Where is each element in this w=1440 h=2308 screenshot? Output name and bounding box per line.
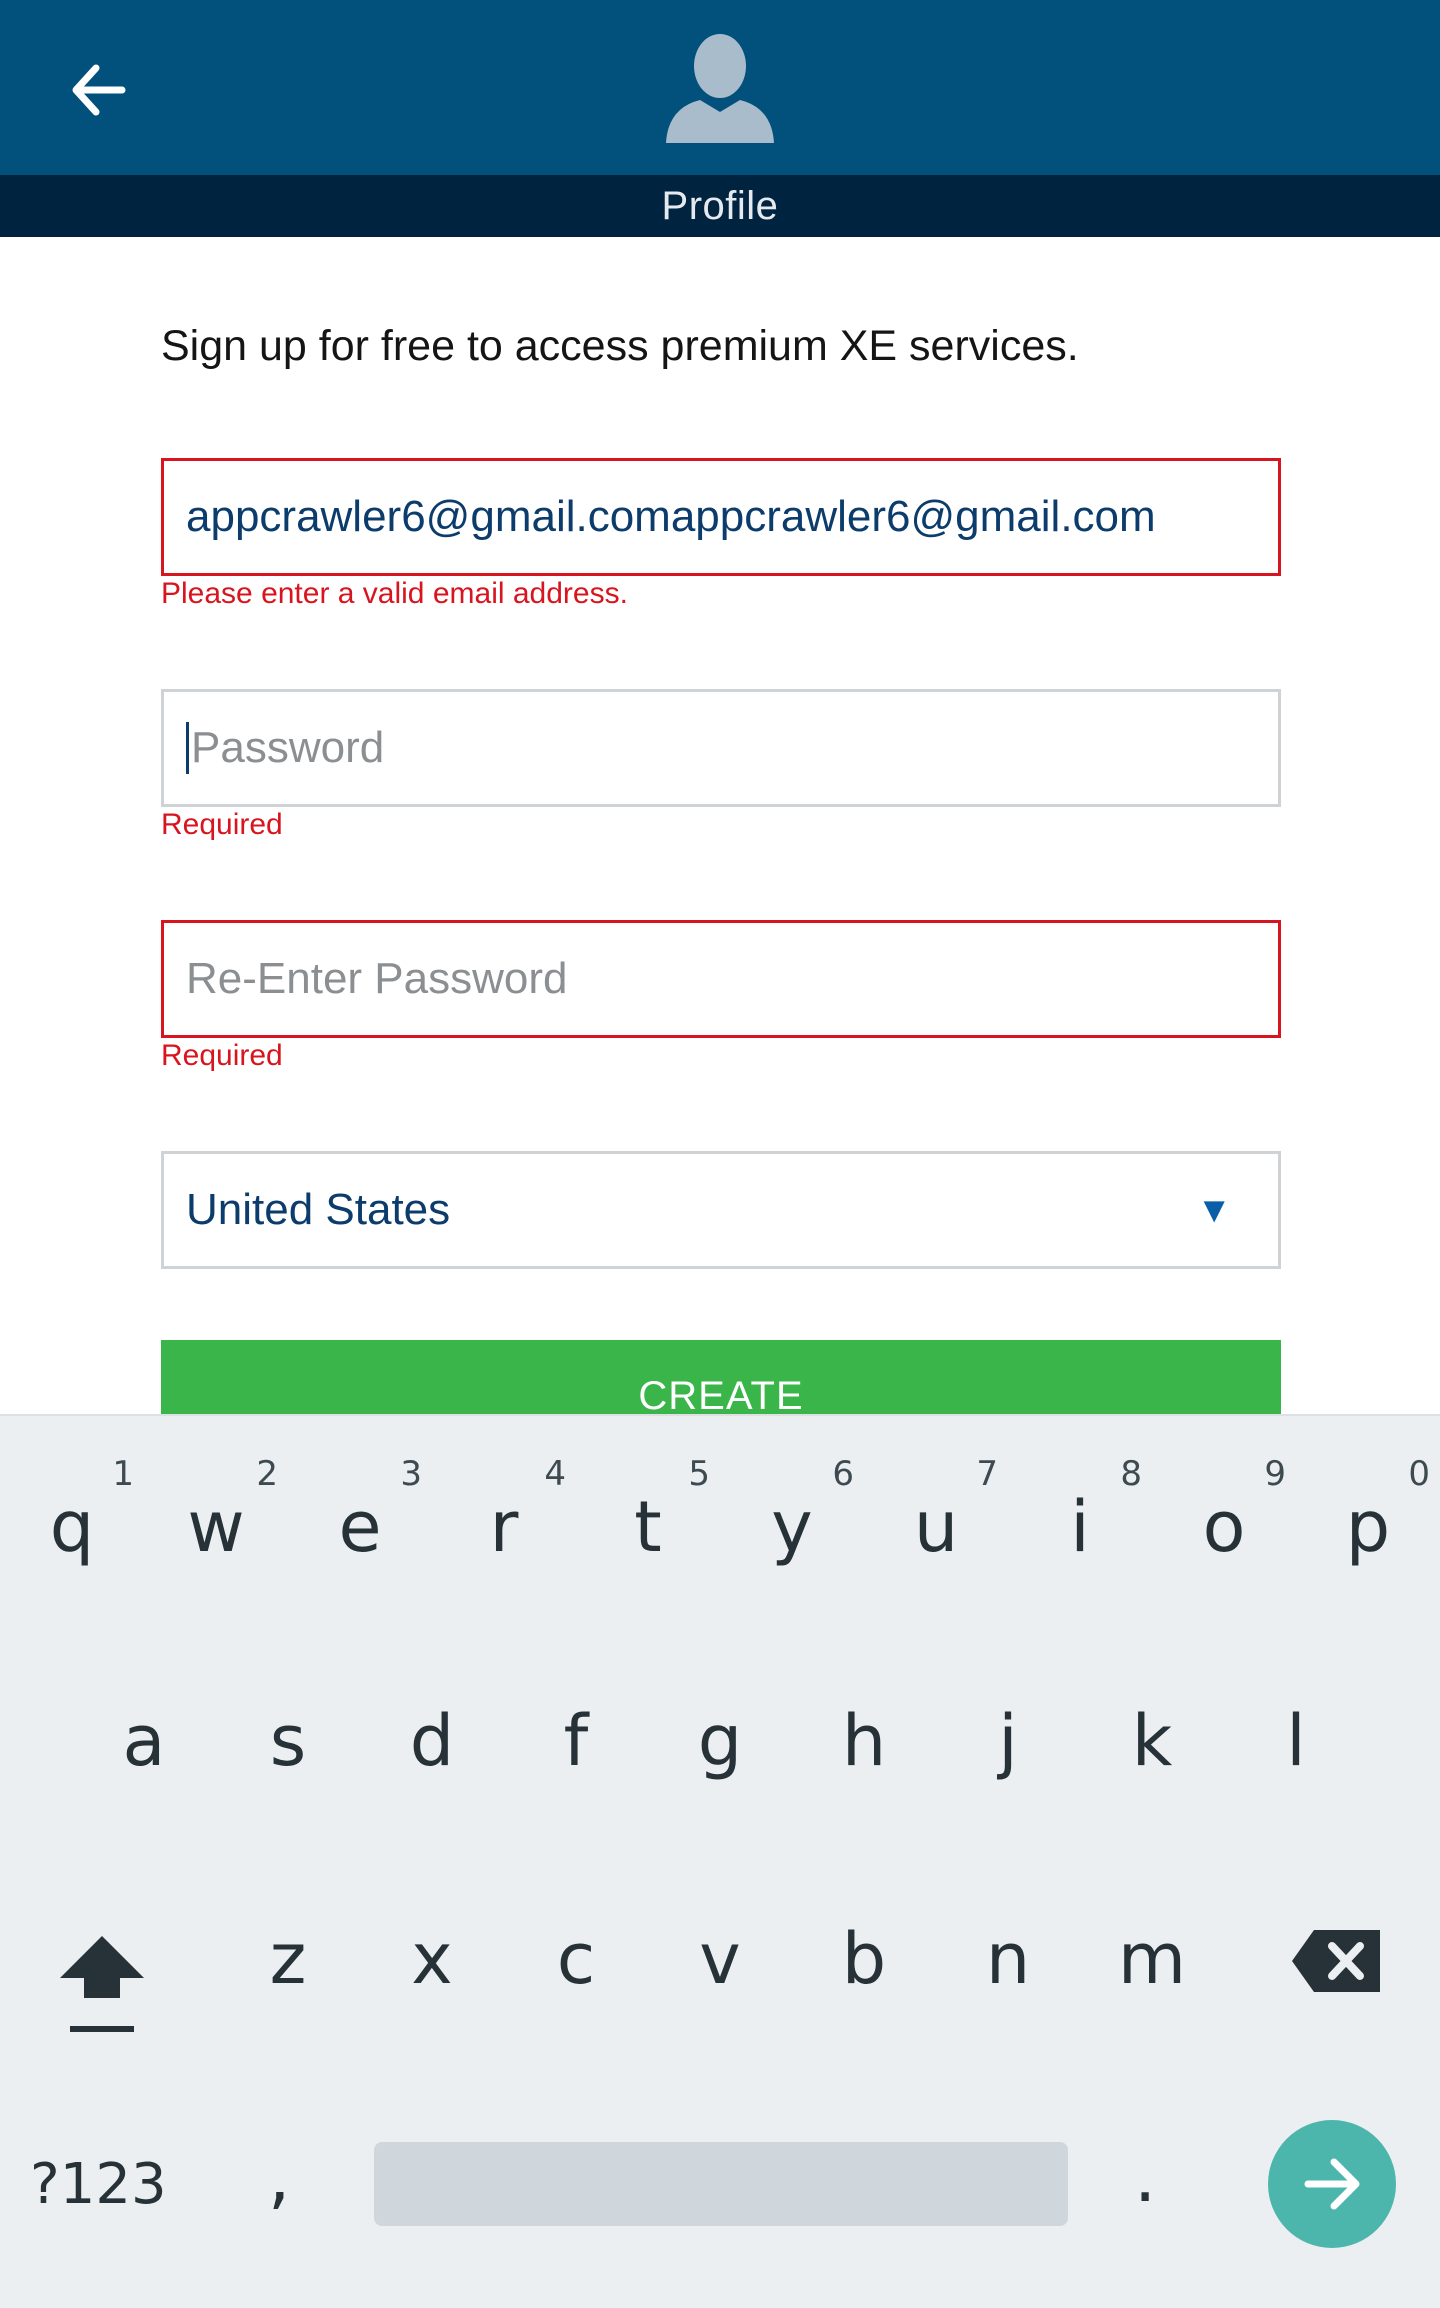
key-x[interactable]: x bbox=[360, 1894, 504, 2024]
soft-keyboard: q1 w2 e3 r4 t5 y6 u7 i8 o9 p0 a s d f g … bbox=[0, 1414, 1440, 2308]
arrow-left-icon bbox=[72, 64, 126, 116]
key-v[interactable]: v bbox=[648, 1894, 792, 2024]
user-silhouette-icon bbox=[666, 34, 774, 143]
email-error: Please enter a valid email address. bbox=[161, 577, 628, 610]
delete-key[interactable] bbox=[1290, 1926, 1386, 1996]
key-o[interactable]: o9 bbox=[1152, 1454, 1296, 1592]
key-l[interactable]: l bbox=[1224, 1676, 1368, 1806]
key-i[interactable]: i8 bbox=[1008, 1454, 1152, 1592]
password-field[interactable]: Password bbox=[161, 689, 1281, 807]
key-c[interactable]: c bbox=[504, 1894, 648, 2024]
key-k[interactable]: k bbox=[1080, 1676, 1224, 1806]
key-z[interactable]: z bbox=[216, 1894, 360, 2024]
key-q[interactable]: q1 bbox=[0, 1454, 144, 1592]
email-value: appcrawler6@gmail.comappcrawler6@gmail.c… bbox=[186, 492, 1156, 541]
key-s[interactable]: s bbox=[216, 1676, 360, 1806]
key-d[interactable]: d bbox=[360, 1676, 504, 1806]
key-f[interactable]: f bbox=[504, 1676, 648, 1806]
reenter-password-placeholder: Re-Enter Password bbox=[186, 954, 568, 1003]
key-p[interactable]: p0 bbox=[1296, 1454, 1440, 1592]
country-value: United States bbox=[186, 1185, 451, 1234]
back-button[interactable] bbox=[58, 50, 138, 130]
key-j[interactable]: j bbox=[936, 1676, 1080, 1806]
spacebar[interactable] bbox=[374, 2142, 1068, 2226]
reenter-password-error: Required bbox=[161, 1039, 283, 1072]
password-placeholder: Password bbox=[191, 723, 385, 772]
key-t[interactable]: t5 bbox=[576, 1454, 720, 1592]
text-caret bbox=[186, 722, 189, 774]
key-n[interactable]: n bbox=[936, 1894, 1080, 2024]
signup-intro-text: Sign up for free to access premium XE se… bbox=[161, 322, 1079, 370]
password-error: Required bbox=[161, 808, 283, 841]
period-key[interactable]: . bbox=[1134, 2136, 1156, 2218]
key-w[interactable]: w2 bbox=[144, 1454, 288, 1592]
app-header bbox=[0, 0, 1440, 175]
backspace-icon bbox=[1292, 1930, 1380, 1992]
comma-key[interactable]: , bbox=[268, 2136, 290, 2218]
key-r[interactable]: r4 bbox=[432, 1454, 576, 1592]
email-field[interactable]: appcrawler6@gmail.comappcrawler6@gmail.c… bbox=[161, 458, 1281, 576]
dropdown-arrow-icon: ▼ bbox=[1196, 1189, 1232, 1230]
key-u[interactable]: u7 bbox=[864, 1454, 1008, 1592]
key-e[interactable]: e3 bbox=[288, 1454, 432, 1592]
shift-key[interactable] bbox=[54, 1916, 150, 2036]
country-select[interactable]: United States ▼ bbox=[161, 1151, 1281, 1269]
reenter-password-field[interactable]: Re-Enter Password bbox=[161, 920, 1281, 1038]
symbols-key[interactable]: ?123 bbox=[30, 2152, 167, 2217]
key-g[interactable]: g bbox=[648, 1676, 792, 1806]
key-m[interactable]: m bbox=[1080, 1894, 1224, 2024]
title-bar: Profile bbox=[0, 175, 1440, 237]
page-title: Profile bbox=[661, 183, 779, 228]
arrow-right-icon bbox=[1304, 2158, 1360, 2210]
key-b[interactable]: b bbox=[792, 1894, 936, 2024]
key-h[interactable]: h bbox=[792, 1676, 936, 1806]
create-button[interactable]: CREATE bbox=[161, 1340, 1281, 1414]
key-y[interactable]: y6 bbox=[720, 1454, 864, 1592]
shift-arrow-icon bbox=[60, 1936, 144, 2032]
key-a[interactable]: a bbox=[72, 1676, 216, 1806]
enter-key[interactable] bbox=[1268, 2120, 1396, 2248]
